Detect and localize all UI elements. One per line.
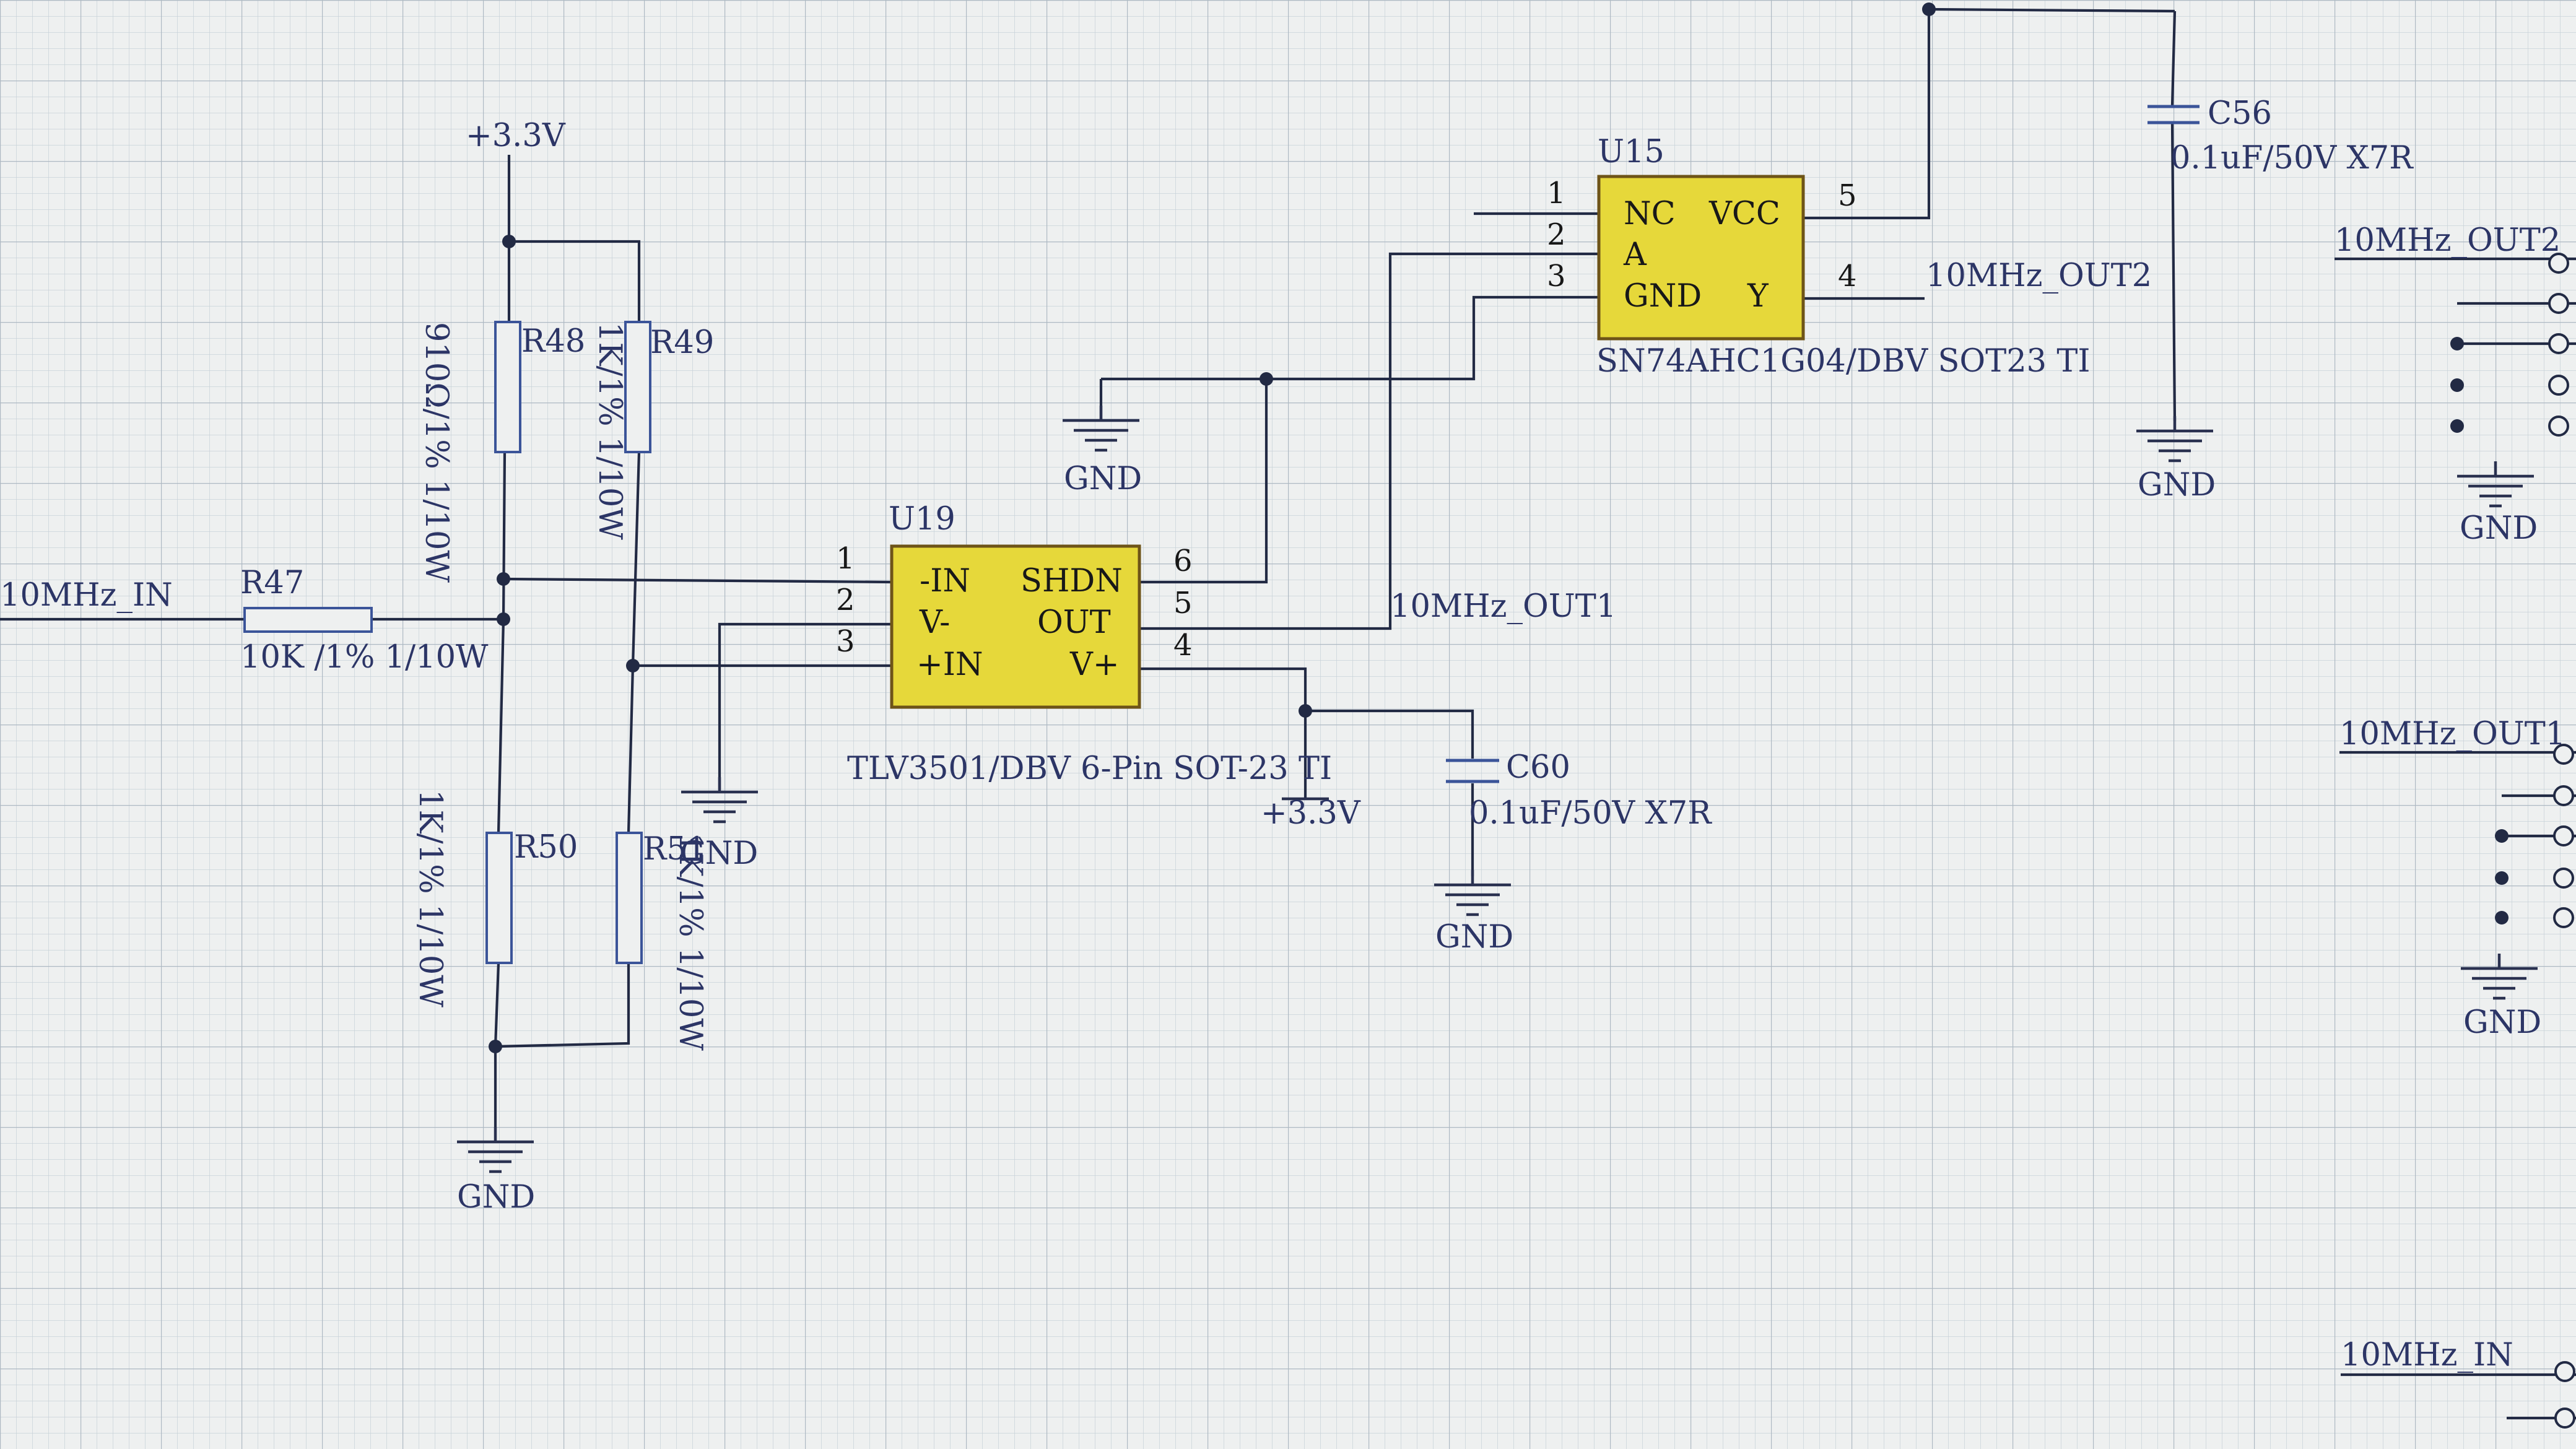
r50-value: 1K/1% 1/10W — [412, 790, 448, 1007]
power-label-3v3: +3.3V — [466, 118, 566, 154]
connector-pin — [2553, 868, 2574, 889]
power-label-3v3-u19: +3.3V — [1261, 795, 1361, 832]
u15-pin3-name: GND — [1624, 278, 1702, 315]
u15-pin5-name: VCC — [1708, 196, 1780, 232]
c56-value: 0.1uF/50V X7R — [2170, 140, 2414, 176]
junction-dot — [626, 659, 640, 672]
junction-dot — [2450, 378, 2464, 392]
u19-pin4-num: 4 — [1173, 628, 1193, 663]
u15-pin1-num: 1 — [1547, 176, 1566, 211]
u19-pin2-num: 2 — [836, 583, 855, 617]
r48-ref: R48 — [521, 323, 585, 360]
junction-dot — [1922, 2, 1936, 16]
wire-top-rail — [1928, 7, 2175, 13]
ground-label: GND — [2463, 1004, 2541, 1041]
junction-dot — [497, 612, 510, 626]
u19-pin6-num: 6 — [1173, 544, 1193, 578]
net-label-10mhz-in: 10MHz_IN — [0, 577, 173, 614]
c56-ref: C56 — [2208, 95, 2272, 132]
connector-pin — [2548, 416, 2569, 437]
r51-value: 1K/1% 1/10W — [672, 833, 708, 1051]
u19-pin3-num: 3 — [836, 624, 855, 659]
junction-dot — [2495, 829, 2509, 843]
u19-pin1-name: -IN — [920, 563, 970, 599]
resistor-r47-body[interactable] — [243, 607, 373, 633]
ground-label: GND — [1435, 919, 1513, 955]
u19-pin5-num: 5 — [1173, 586, 1193, 620]
u15-part: SN74AHC1G04/DBV SOT23 TI — [1596, 343, 2091, 380]
u15-pin4-num: 4 — [1838, 259, 1857, 294]
u19-ref: U19 — [889, 501, 955, 537]
c60-value: 0.1uF/50V X7R — [1469, 795, 1712, 832]
junction-dot — [1299, 704, 1312, 718]
r48-value: 910Ω/1% 1/10W — [418, 322, 455, 583]
u15-pin2-num: 2 — [1547, 217, 1566, 252]
junction-dot — [2450, 337, 2464, 350]
connector-label-in: 10MHz_IN — [2341, 1337, 2513, 1373]
connector-pin — [2554, 1408, 2575, 1429]
connector-pin — [2553, 825, 2574, 846]
r49-ref: R49 — [650, 324, 714, 361]
ground-label: GND — [2138, 467, 2216, 503]
resistor-r49-body[interactable] — [624, 321, 651, 453]
junction-dot — [502, 235, 516, 248]
connector-pin — [2548, 375, 2569, 396]
junction-dot — [1260, 372, 1273, 386]
schematic-grid — [0, 0, 2576, 1449]
u19-pin3-name: +IN — [916, 646, 983, 683]
ground-label: GND — [2460, 510, 2538, 547]
junction-dot — [2495, 911, 2509, 925]
ground-label: GND — [457, 1179, 535, 1216]
junction-dot — [489, 1040, 502, 1053]
connector-pin — [2548, 333, 2569, 354]
u19-part: TLV3501/DBV 6-Pin SOT-23 TI — [847, 751, 1332, 787]
u19-pin6-name: SHDN — [1020, 563, 1123, 599]
r49-value: 1K/1% 1/10W — [591, 322, 628, 540]
u15-pin5-num: 5 — [1838, 178, 1857, 213]
u19-pin5-name: OUT — [1037, 604, 1111, 641]
u19-pin2-name: V- — [919, 604, 950, 641]
u15-pin3-num: 3 — [1547, 259, 1566, 294]
net-label-10mhz-out1: 10MHz_OUT1 — [1390, 588, 1616, 625]
junction-dot — [497, 572, 510, 586]
r50-ref: R50 — [514, 829, 578, 866]
c60-ref: C60 — [1506, 749, 1570, 786]
ground-label: GND — [1064, 461, 1142, 497]
u15-pin2-name: A — [1623, 237, 1647, 273]
junction-dot — [2450, 419, 2464, 433]
net-label-10mhz-out2: 10MHz_OUT2 — [1926, 258, 2152, 294]
connector-pin — [2553, 785, 2574, 806]
connector-pin — [2553, 907, 2574, 928]
u19-pin1-num: 1 — [836, 541, 855, 576]
junction-dot — [2495, 871, 2509, 885]
connector-label-out1: 10MHz_OUT1 — [2339, 716, 2565, 752]
resistor-r48-body[interactable] — [494, 321, 521, 453]
resistor-r51-body[interactable] — [616, 832, 643, 964]
r47-value: 10K /1% 1/10W — [240, 639, 489, 676]
connector-pin — [2554, 1361, 2575, 1382]
connector-pin — [2548, 293, 2569, 314]
u19-pin4-name: V+ — [1069, 646, 1120, 683]
r47-ref: R47 — [240, 565, 304, 601]
connector-label-out2: 10MHz_OUT2 — [2334, 222, 2561, 259]
u15-pin1-name: NC — [1624, 196, 1676, 232]
u15-ref: U15 — [1598, 134, 1664, 170]
resistor-r50-body[interactable] — [485, 832, 513, 964]
u15-pin4-name: Y — [1747, 278, 1769, 315]
